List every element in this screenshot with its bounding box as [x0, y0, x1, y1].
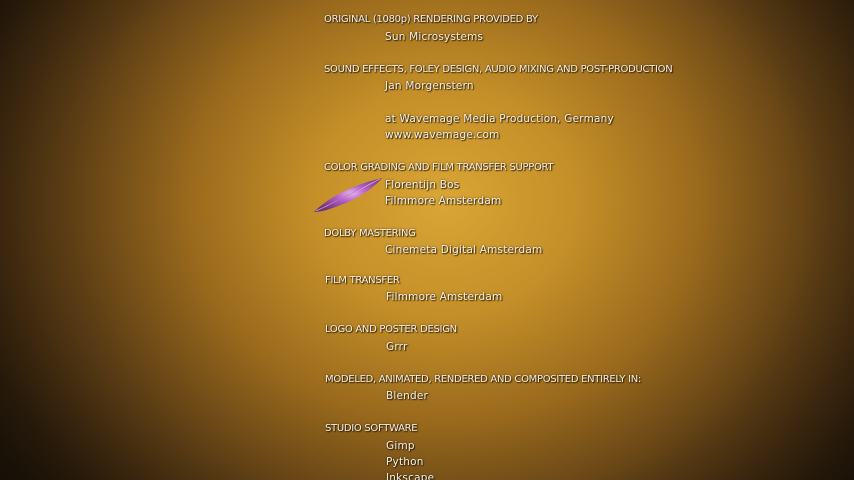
credit-role-dolby: DOLBY MASTERING	[324, 228, 416, 239]
credit-role-film-transfer: FILM TRANSFER	[325, 275, 400, 286]
credit-name: www.wavemage.com	[385, 129, 500, 141]
credit-name: Grrr	[386, 341, 408, 353]
end-credits: ORIGINAL (1080p) RENDERING PROVIDED BY S…	[0, 0, 854, 480]
credit-name: Cinemeta Digital Amsterdam	[385, 244, 543, 256]
credit-name: Filmmore Amsterdam	[386, 291, 503, 303]
credit-name: Filmmore Amsterdam	[385, 195, 502, 207]
credit-name: Florentijn Bos	[385, 179, 460, 191]
credit-name: Blender	[386, 390, 429, 402]
video-frame: ORIGINAL (1080p) RENDERING PROVIDED BY S…	[0, 0, 854, 480]
purple-leaf-icon	[314, 178, 382, 212]
credit-role-rendering: ORIGINAL (1080p) RENDERING PROVIDED BY	[324, 14, 538, 25]
credit-role-sound: SOUND EFFECTS, FOLEY DESIGN, AUDIO MIXIN…	[324, 64, 673, 75]
credit-role-software-blender: MODELED, ANIMATED, RENDERED AND COMPOSIT…	[325, 374, 641, 385]
credit-name: Python	[386, 456, 424, 468]
credit-name: Inkscape	[386, 472, 435, 480]
credit-name: at Wavemage Media Production, Germany	[385, 113, 614, 125]
credit-role-logo: LOGO AND POSTER DESIGN	[325, 324, 457, 335]
credit-name: Gimp	[386, 440, 415, 452]
credit-name: Jan Morgenstern	[385, 80, 474, 92]
credit-name: Sun Microsystems	[385, 31, 484, 43]
credit-role-studio-software: STUDIO SOFTWARE	[325, 423, 418, 434]
